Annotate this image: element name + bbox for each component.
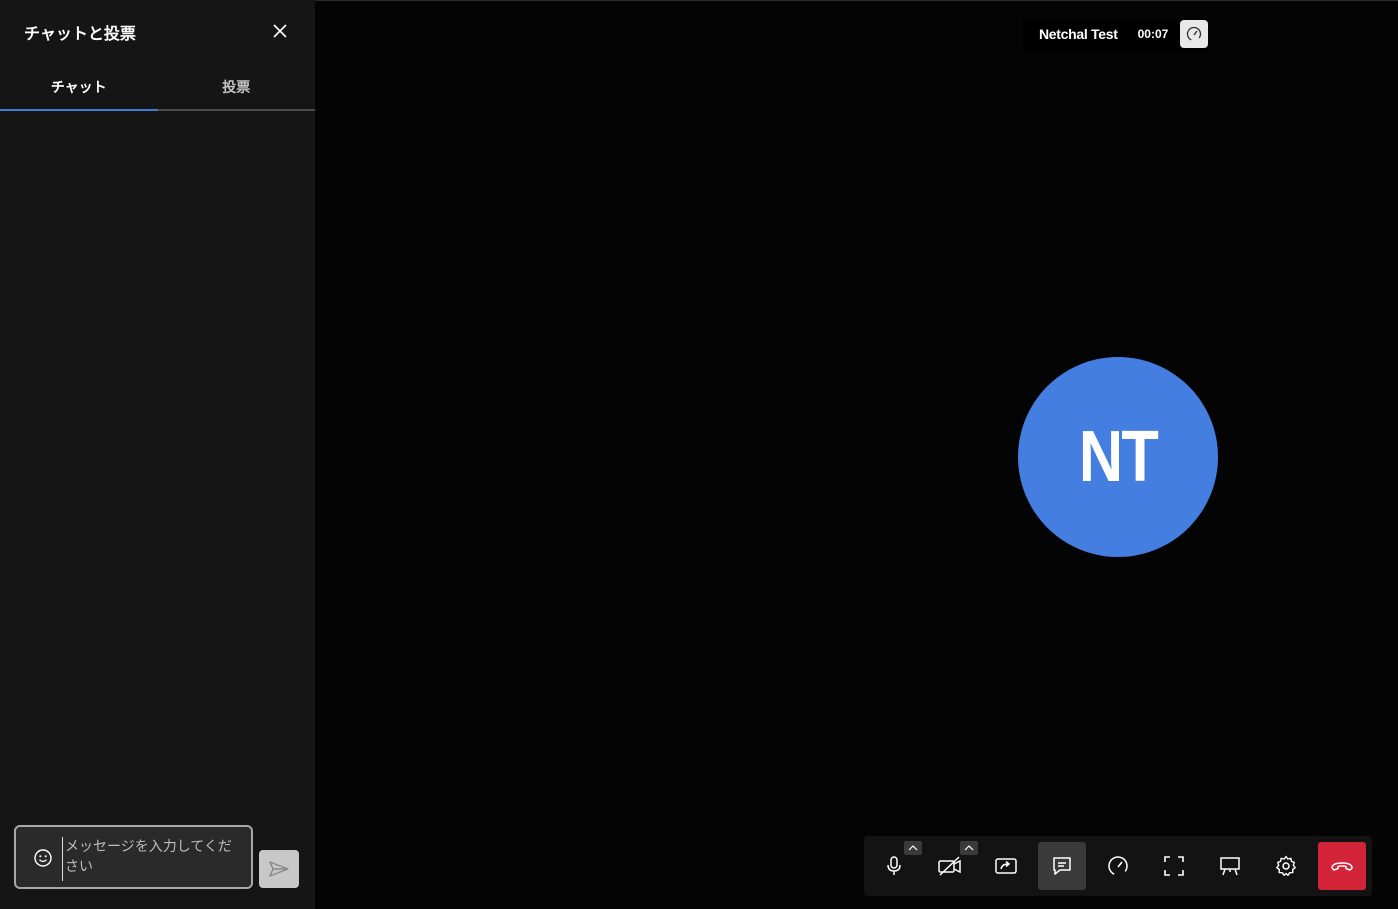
avatar-initials: NT: [1078, 417, 1159, 497]
chat-icon: [1053, 857, 1071, 875]
microphone-icon: [887, 856, 901, 875]
performance-button[interactable]: [1094, 842, 1142, 890]
send-icon: [269, 861, 289, 877]
message-composer: メッセージを入力してください: [14, 825, 253, 889]
sidebar-title: チャットと投票: [24, 24, 136, 43]
camera-options-button[interactable]: [960, 841, 978, 855]
hangup-icon: [1331, 862, 1353, 871]
chat-message-list: [0, 113, 315, 813]
participant-avatar: NT: [1018, 357, 1218, 557]
meeting-name: Netchal Test: [1039, 26, 1118, 42]
performance-icon: [1108, 856, 1128, 876]
fullscreen-icon: [1164, 856, 1184, 876]
close-icon: [273, 24, 287, 38]
whiteboard-icon: [1220, 857, 1240, 876]
share-screen-button[interactable]: [982, 842, 1030, 890]
meeting-timer: 00:07: [1137, 27, 1169, 41]
sidebar-header: チャットと投票: [0, 0, 315, 60]
fullscreen-button[interactable]: [1150, 842, 1198, 890]
share-screen-icon: [995, 858, 1017, 874]
gauge-icon: [1187, 26, 1202, 42]
sidebar-tabs: チャット 投票: [0, 62, 315, 111]
emoji-icon: [34, 849, 52, 867]
chat-sidebar: チャットと投票 チャット 投票 メッセージを入力してください: [0, 0, 315, 909]
camera-off-icon: [938, 856, 961, 876]
gear-icon: [1276, 855, 1296, 876]
connection-quality-button[interactable]: [1180, 20, 1209, 48]
tab-chat[interactable]: チャット: [0, 62, 158, 111]
chevron-up-icon: [908, 845, 918, 851]
close-sidebar-button[interactable]: [268, 19, 292, 43]
emoji-button[interactable]: [32, 847, 54, 869]
chat-button[interactable]: [1038, 842, 1086, 890]
video-stage: [315, 0, 1398, 909]
microphone-options-button[interactable]: [904, 841, 922, 855]
whiteboard-button[interactable]: [1206, 842, 1254, 890]
settings-button[interactable]: [1262, 842, 1310, 890]
send-button[interactable]: [259, 850, 299, 888]
hangup-button[interactable]: [1318, 842, 1366, 890]
chevron-up-icon: [964, 845, 974, 851]
meeting-toolbar: [864, 836, 1372, 896]
message-input[interactable]: メッセージを入力してください: [62, 837, 242, 881]
meeting-info-bar: Netchal Test 00:07: [1023, 18, 1209, 50]
tab-polls[interactable]: 投票: [158, 62, 316, 109]
